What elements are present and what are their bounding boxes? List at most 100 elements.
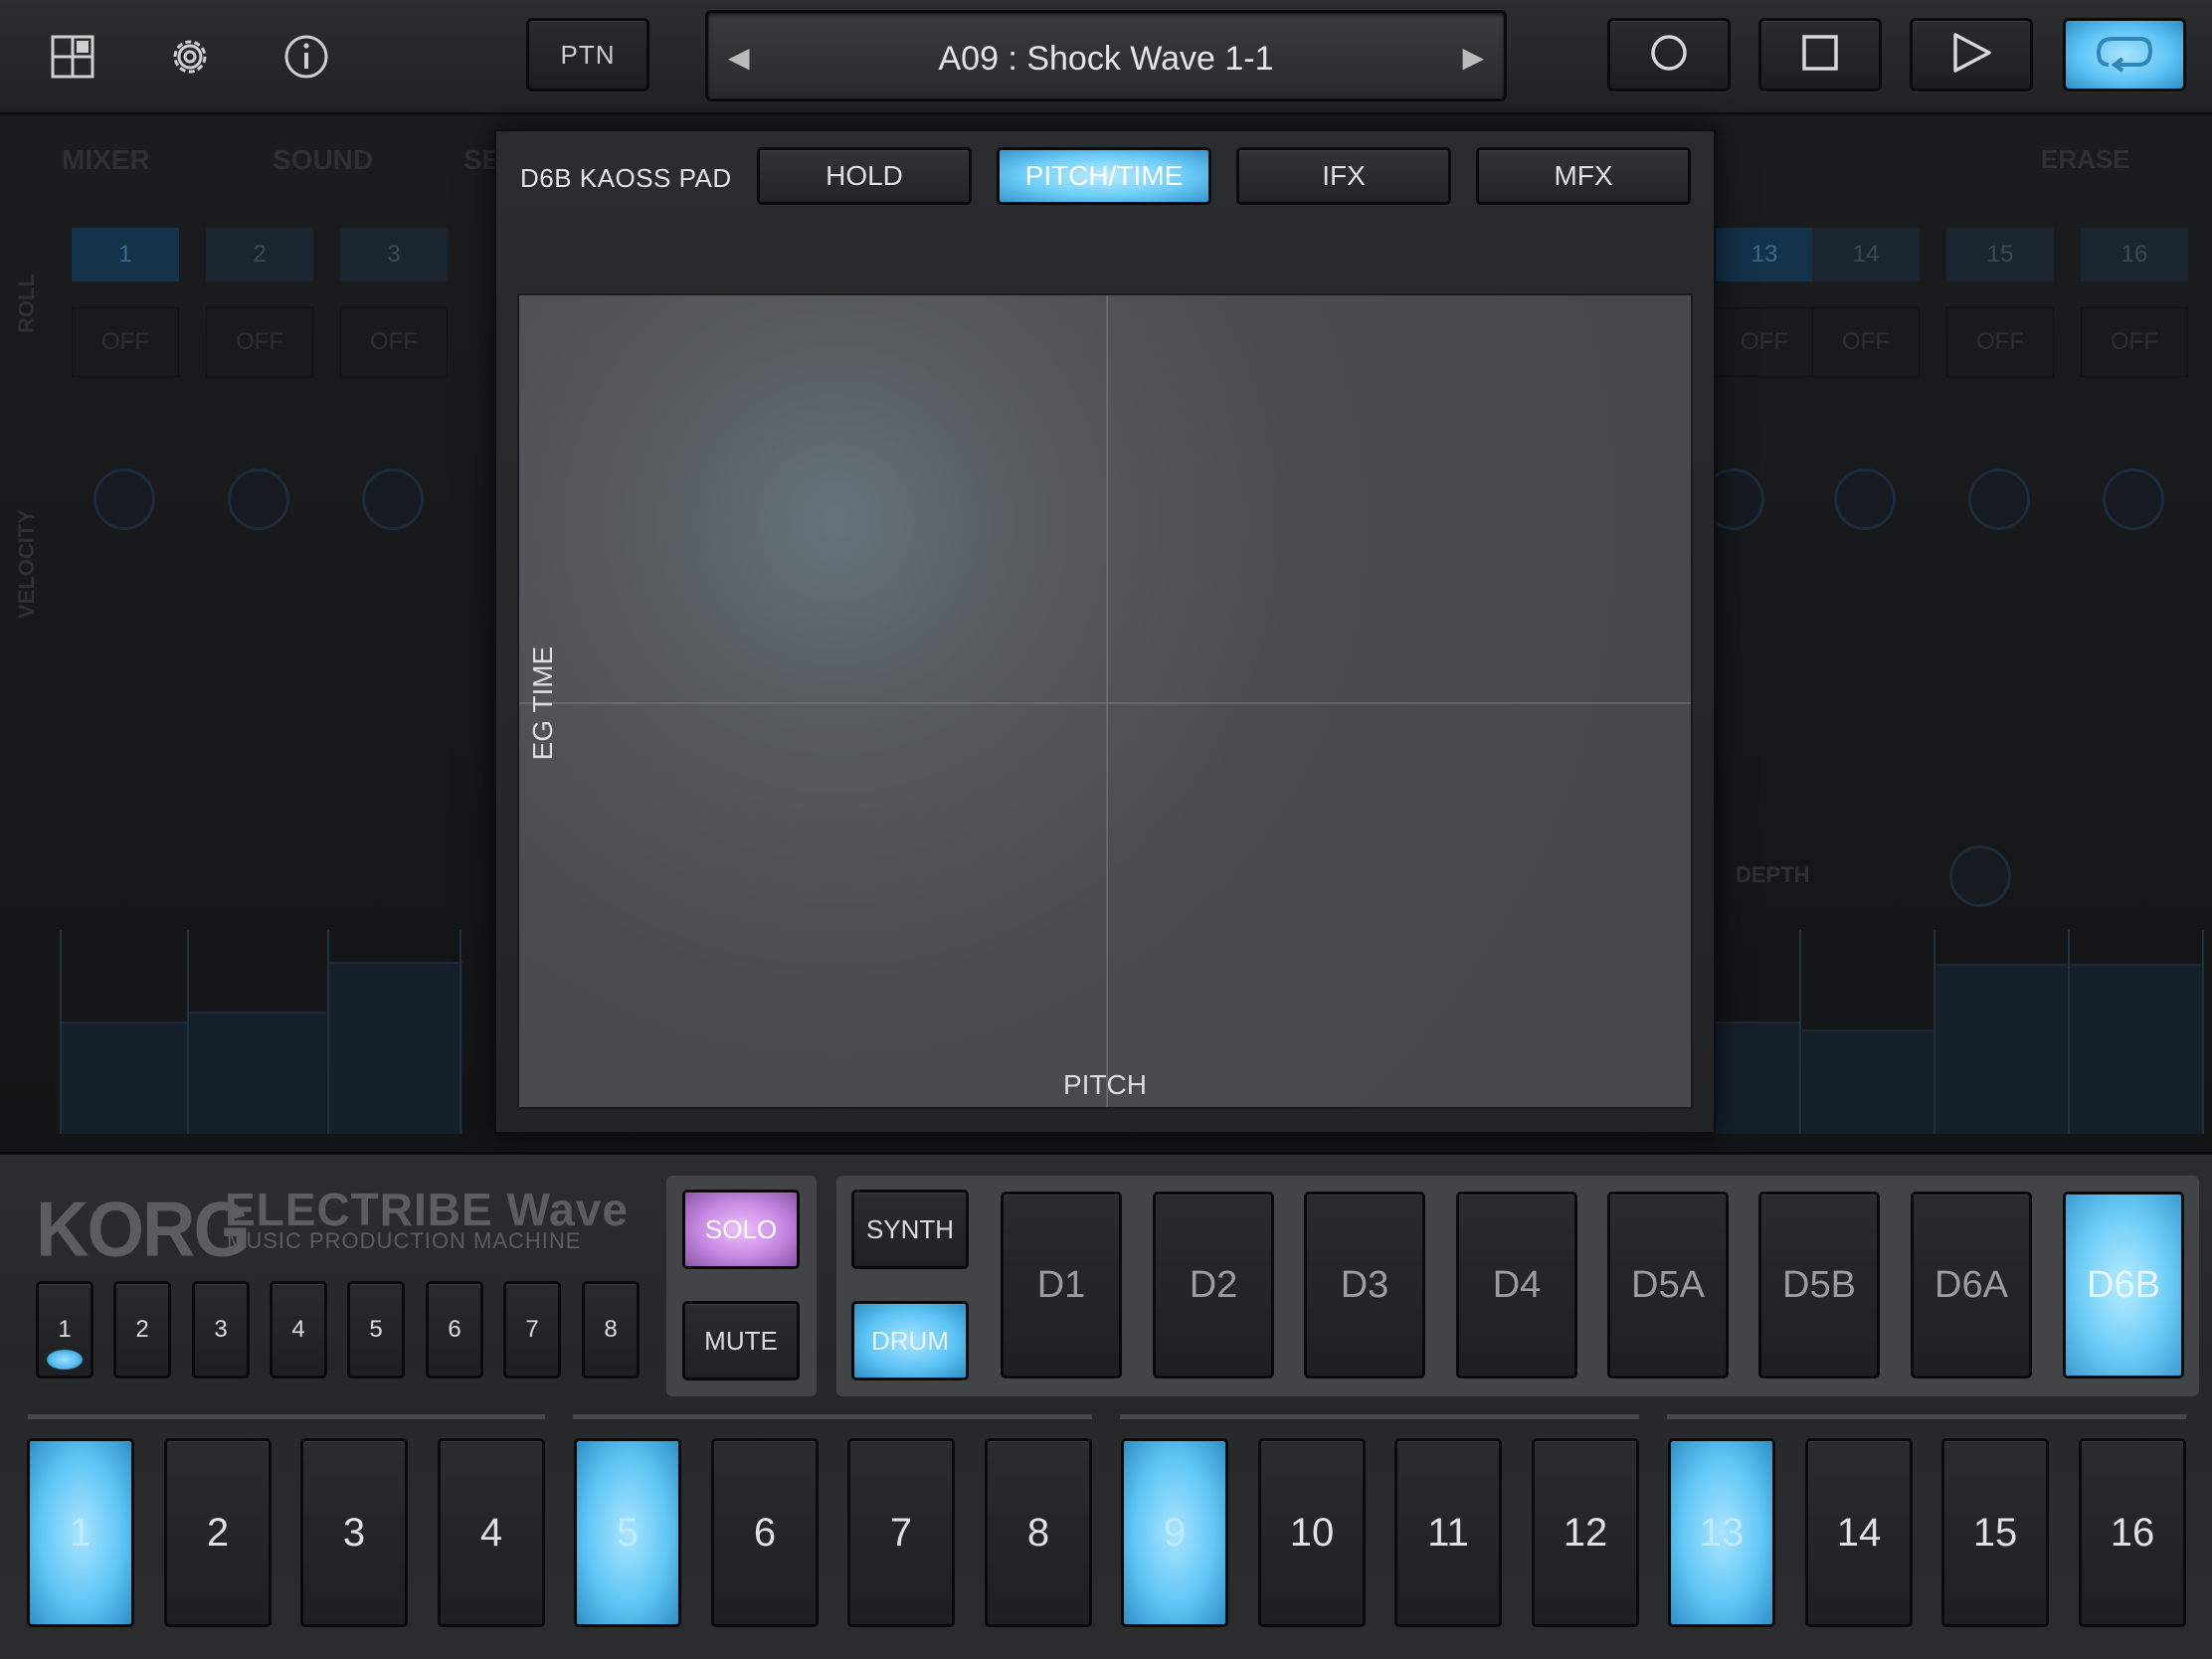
roll-off-16[interactable]: OFF — [2081, 307, 2188, 377]
part-d2[interactable]: D2 — [1153, 1192, 1274, 1379]
divider — [460, 930, 461, 1134]
page-button-6[interactable]: 6 — [426, 1281, 483, 1379]
korg-logo: KORG — [36, 1185, 251, 1273]
divider — [60, 930, 62, 1134]
part-d6a[interactable]: D6A — [1911, 1192, 2032, 1379]
part-d5b[interactable]: D5B — [1758, 1192, 1880, 1379]
tab-sound[interactable]: SOUND — [273, 144, 373, 176]
channel-13[interactable]: 13 — [1711, 228, 1818, 281]
stop-icon — [1800, 33, 1840, 78]
divider — [187, 930, 189, 1134]
channel-16[interactable]: 16 — [2081, 228, 2188, 281]
step-button-11[interactable]: 11 — [1394, 1438, 1502, 1627]
page-button-8[interactable]: 8 — [582, 1281, 640, 1379]
depth-label: DEPTH — [1736, 862, 1810, 887]
level-bar — [189, 1012, 326, 1134]
y-axis-label: EG TIME — [527, 645, 558, 761]
step-group-divider — [1120, 1414, 1639, 1419]
divider — [2068, 930, 2070, 1134]
velocity-knob[interactable] — [1834, 468, 1896, 530]
center-horizontal-line — [519, 702, 1691, 704]
step-button-8[interactable]: 8 — [985, 1438, 1092, 1627]
ifx-button[interactable]: IFX — [1236, 147, 1451, 205]
step-button-14[interactable]: 14 — [1805, 1438, 1913, 1627]
velocity-knob[interactable] — [1968, 468, 2030, 530]
synth-button[interactable]: SYNTH — [851, 1190, 969, 1269]
step-button-4[interactable]: 4 — [438, 1438, 545, 1627]
step-button-2[interactable]: 2 — [164, 1438, 272, 1627]
page-button-1[interactable]: 1 — [36, 1281, 93, 1379]
mfx-button[interactable]: MFX — [1476, 147, 1691, 205]
roll-off-3[interactable]: OFF — [340, 307, 448, 377]
roll-off-2[interactable]: OFF — [206, 307, 313, 377]
step-button-3[interactable]: 3 — [300, 1438, 408, 1627]
divider — [1934, 930, 1936, 1134]
grid-icon[interactable] — [38, 22, 107, 92]
erase-button[interactable]: ERASE — [2041, 144, 2130, 175]
record-button[interactable] — [1607, 18, 1731, 92]
next-pattern-icon[interactable]: ▶ — [1462, 41, 1484, 74]
step-button-12[interactable]: 12 — [1532, 1438, 1639, 1627]
pitch-time-button[interactable]: PITCH/TIME — [997, 147, 1211, 205]
roll-off-13[interactable]: OFF — [1711, 307, 1818, 377]
loop-button[interactable] — [2063, 18, 2186, 92]
part-d3[interactable]: D3 — [1304, 1192, 1425, 1379]
hold-button[interactable]: HOLD — [757, 147, 972, 205]
gear-icon[interactable] — [155, 22, 225, 92]
velocity-knob[interactable] — [2103, 468, 2164, 530]
kaoss-pad-panel: D6B KAOSS PAD HOLD PITCH/TIME IFX MFX EG… — [494, 129, 1716, 1134]
pattern-name[interactable]: A09 : Shock Wave 1-1 — [788, 13, 1424, 104]
tagline: MUSIC PRODUCTION MACHINE — [227, 1228, 582, 1253]
step-button-10[interactable]: 10 — [1258, 1438, 1366, 1627]
channel-2[interactable]: 2 — [206, 228, 313, 281]
play-button[interactable] — [1910, 18, 2033, 92]
stop-button[interactable] — [1758, 18, 1882, 92]
part-d1[interactable]: D1 — [1001, 1192, 1122, 1379]
channel-3[interactable]: 3 — [340, 228, 448, 281]
step-button-7[interactable]: 7 — [847, 1438, 955, 1627]
step-button-15[interactable]: 15 — [1941, 1438, 2049, 1627]
page-button-5[interactable]: 5 — [347, 1281, 405, 1379]
page-button-3[interactable]: 3 — [192, 1281, 250, 1379]
page-button-2[interactable]: 2 — [113, 1281, 171, 1379]
part-d5a[interactable]: D5A — [1607, 1192, 1729, 1379]
korg-wordmark: KORG — [36, 1185, 251, 1273]
step-button-6[interactable]: 6 — [711, 1438, 819, 1627]
step-button-13[interactable]: 13 — [1668, 1438, 1775, 1627]
solo-button[interactable]: SOLO — [682, 1190, 800, 1269]
ptn-button[interactable]: PTN — [526, 18, 649, 92]
channel-14[interactable]: 14 — [1812, 228, 1920, 281]
page-button-7[interactable]: 7 — [503, 1281, 561, 1379]
roll-off-15[interactable]: OFF — [1946, 307, 2054, 377]
part-d4[interactable]: D4 — [1456, 1192, 1577, 1379]
page-button-4[interactable]: 4 — [270, 1281, 327, 1379]
roll-label: ROLL — [14, 274, 39, 333]
channel-15[interactable]: 15 — [1946, 228, 2054, 281]
velocity-knob[interactable] — [362, 468, 424, 530]
level-bar — [328, 962, 462, 1134]
divider — [327, 930, 329, 1134]
step-button-1[interactable]: 1 — [27, 1438, 134, 1627]
divider — [2202, 930, 2204, 1134]
drum-button[interactable]: DRUM — [851, 1301, 969, 1381]
roll-off-14[interactable]: OFF — [1812, 307, 1920, 377]
channel-1[interactable]: 1 — [72, 228, 179, 281]
prev-pattern-icon[interactable]: ◀ — [728, 41, 750, 74]
mute-button[interactable]: MUTE — [682, 1301, 800, 1381]
play-icon — [1949, 31, 1993, 80]
step-button-9[interactable]: 9 — [1121, 1438, 1228, 1627]
roll-off-1[interactable]: OFF — [72, 307, 179, 377]
depth-knob[interactable] — [1949, 845, 2011, 907]
center-vertical-line — [1106, 295, 1108, 1107]
kaoss-pad-title: D6B KAOSS PAD — [520, 163, 732, 193]
level-bar — [1715, 1021, 1800, 1134]
kaoss-xy-pad[interactable]: EG TIME PITCH — [517, 293, 1693, 1109]
step-button-5[interactable]: 5 — [574, 1438, 681, 1627]
step-button-16[interactable]: 16 — [2079, 1438, 2186, 1627]
velocity-knob[interactable] — [93, 468, 155, 530]
velocity-knob[interactable] — [228, 468, 289, 530]
tab-mixer[interactable]: MIXER — [62, 144, 150, 176]
part-d6b[interactable]: D6B — [2063, 1192, 2184, 1379]
info-icon[interactable] — [272, 22, 341, 92]
velocity-label: VELOCITY — [14, 508, 39, 619]
